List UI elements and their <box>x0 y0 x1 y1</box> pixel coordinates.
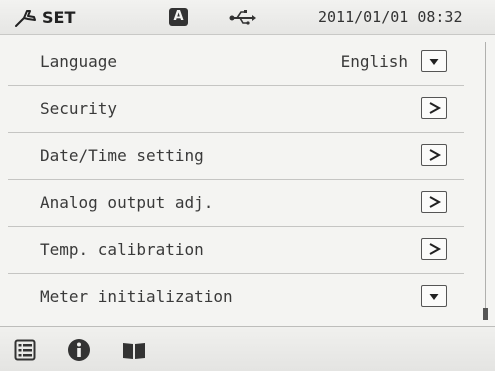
chevron-right-icon <box>429 243 442 255</box>
menu-item-date-time-setting[interactable]: Date/Time setting <box>8 133 464 180</box>
menu-item-meter-initialization[interactable]: Meter initialization <box>8 274 464 319</box>
menu-item-label: Security <box>40 99 118 118</box>
security-open-button[interactable] <box>421 97 447 119</box>
menu-item-language[interactable]: Language English <box>8 39 464 86</box>
chevron-right-icon <box>429 196 442 208</box>
mode-badge: A <box>169 8 188 26</box>
chevron-right-icon <box>429 149 442 161</box>
dropdown-arrow-icon <box>429 294 439 300</box>
list-icon[interactable] <box>14 339 36 361</box>
bottom-toolbar <box>0 326 495 371</box>
menu-item-temp-calibration[interactable]: Temp. calibration <box>8 227 464 274</box>
menu-item-label: Temp. calibration <box>40 240 204 259</box>
screen-title: SET <box>42 8 76 27</box>
temp-calibration-open-button[interactable] <box>421 238 447 260</box>
menu-item-security[interactable]: Security <box>8 86 464 133</box>
menu-item-analog-output-adj[interactable]: Analog output adj. <box>8 180 464 227</box>
language-value: English <box>340 52 408 71</box>
date-time-open-button[interactable] <box>421 144 447 166</box>
datetime-display: 2011/01/01 08:32 <box>318 8 463 26</box>
chevron-right-icon <box>429 102 442 114</box>
settings-menu: Language English Security Date/Time sett… <box>8 39 464 322</box>
dropdown-arrow-icon <box>429 59 439 65</box>
menu-item-label: Language <box>40 52 118 71</box>
analog-output-open-button[interactable] <box>421 191 447 213</box>
menu-item-label: Analog output adj. <box>40 193 214 212</box>
scrollbar-track <box>485 42 486 320</box>
menu-item-label: Date/Time setting <box>40 146 204 165</box>
menu-item-label: Meter initialization <box>40 287 233 306</box>
menu-scrollbar[interactable] <box>482 42 489 320</box>
language-dropdown-button[interactable] <box>421 50 447 72</box>
info-icon[interactable] <box>67 338 91 362</box>
meter-initialization-dropdown-button[interactable] <box>421 285 447 307</box>
book-icon[interactable] <box>121 339 147 361</box>
scrollbar-thumb[interactable] <box>483 308 488 320</box>
usb-icon <box>229 10 256 25</box>
status-bar: SET A 2011/01/01 08:32 <box>0 0 495 35</box>
wrench-icon <box>15 10 36 27</box>
